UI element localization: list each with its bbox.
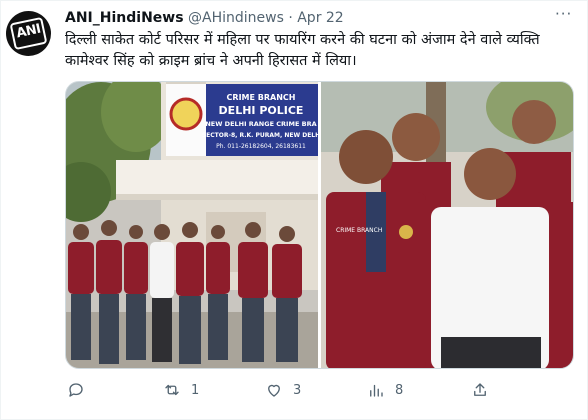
share-icon [474, 383, 486, 396]
retweet-button[interactable]: 1 [163, 379, 199, 401]
tweet-actions: 1 3 8 [65, 379, 495, 401]
photo-right[interactable]: CRIME BRANCH [321, 82, 574, 369]
vest-label: CRIME BRANCH [336, 227, 382, 234]
retweet-count: 1 [191, 382, 200, 398]
tweet-date[interactable]: Apr 22 [297, 10, 343, 26]
author-name[interactable]: ANI_HindiNews [65, 10, 184, 26]
author-avatar[interactable]: ANI [6, 11, 51, 56]
sign-line-5: Ph. 011-26182604, 26183611 [216, 143, 306, 150]
tweet-header: ANI_HindiNews @AHindinews · Apr 22 [65, 10, 344, 28]
views-icon [370, 384, 383, 397]
like-button[interactable]: 3 [265, 379, 301, 401]
more-options-icon[interactable]: ··· [555, 5, 577, 23]
sign-line-3: NEW DELHI RANGE CRIME BRA [205, 120, 316, 128]
tweet-card[interactable]: ANI ANI_HindiNews @AHindinews · Apr 22 ·… [0, 0, 588, 420]
retweet-icon [165, 384, 179, 396]
like-count: 3 [293, 382, 302, 398]
views-button[interactable]: 8 [367, 379, 403, 401]
author-handle[interactable]: @AHindinews [188, 10, 284, 26]
photo-left[interactable]: CRIME BRANCH DELHI POLICE NEW DELHI RANG… [66, 82, 320, 369]
reply-button[interactable] [67, 379, 95, 401]
separator-dot: · [288, 10, 293, 26]
views-count: 8 [395, 382, 404, 398]
share-button[interactable] [471, 379, 489, 401]
tweet-text: दिल्ली साकेत कोर्ट परिसर में महिला पर फा… [65, 32, 540, 69]
sign-line-4: SECTOR-8, R.K. PURAM, NEW DELH [202, 132, 320, 139]
like-icon [268, 384, 280, 397]
tweet-media[interactable]: CRIME BRANCH DELHI POLICE NEW DELHI RANG… [65, 81, 574, 369]
sign-line-2: DELHI POLICE [219, 104, 304, 117]
reply-icon [69, 383, 83, 397]
sign-line-1: CRIME BRANCH [227, 93, 296, 102]
